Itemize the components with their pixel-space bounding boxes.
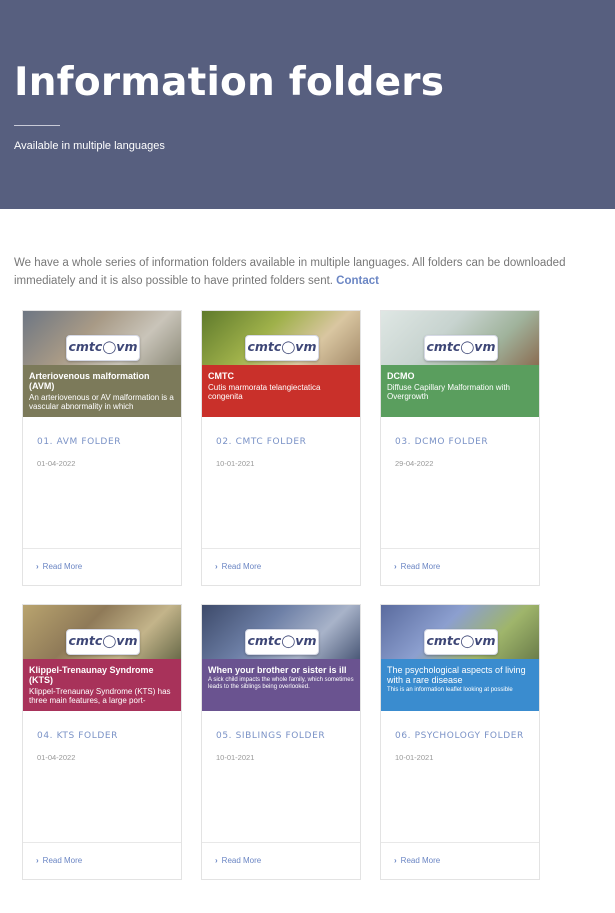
band-title: CMTC <box>208 371 234 381</box>
read-more-label: Read More <box>42 562 83 571</box>
folder-band: Arteriovenous malformation (AVM) An arte… <box>23 365 181 417</box>
chevron-right-icon: › <box>36 562 39 571</box>
band-subtitle: An arteriovenous or AV malformation is a… <box>29 393 174 411</box>
read-more-label: Read More <box>400 856 441 865</box>
band-subtitle: Klippel-Trenaunay Syndrome (KTS) has thr… <box>29 687 171 705</box>
page-subtitle: Available in multiple languages <box>14 140 165 152</box>
folder-card-siblings[interactable]: cmtc◯vm When your brother or sister is i… <box>201 604 361 880</box>
read-more-label: Read More <box>221 856 262 865</box>
band-title: DCMO <box>387 371 415 381</box>
folder-band: When your brother or sister is ill A sic… <box>202 659 360 711</box>
read-more-link[interactable]: › Read More <box>215 856 261 865</box>
folder-thumbnail[interactable]: cmtc◯vm The psychological aspects of liv… <box>381 605 539 711</box>
intro-paragraph: We have a whole series of information fo… <box>14 254 589 290</box>
folder-thumbnail[interactable]: cmtc◯vm Klippel-Trenaunay Syndrome (KTS)… <box>23 605 181 711</box>
read-more-label: Read More <box>42 856 83 865</box>
folder-band: Klippel-Trenaunay Syndrome (KTS) Klippel… <box>23 659 181 711</box>
card-footer: › Read More <box>23 548 181 585</box>
folder-date: 10-01-2021 <box>216 459 255 468</box>
card-footer: › Read More <box>202 842 360 879</box>
read-more-label: Read More <box>400 562 441 571</box>
band-title: The psychological aspects of living with… <box>387 665 526 685</box>
folder-card-kts[interactable]: cmtc◯vm Klippel-Trenaunay Syndrome (KTS)… <box>22 604 182 880</box>
cmtcovm-logo: cmtc◯vm <box>424 629 498 655</box>
folder-card-dcmo[interactable]: cmtc◯vm DCMO Diffuse Capillary Malformat… <box>380 310 540 586</box>
read-more-link[interactable]: › Read More <box>394 562 440 571</box>
cmtcovm-logo: cmtc◯vm <box>66 629 140 655</box>
read-more-link[interactable]: › Read More <box>36 562 82 571</box>
chevron-right-icon: › <box>394 856 397 865</box>
folder-thumbnail[interactable]: cmtc◯vm When your brother or sister is i… <box>202 605 360 711</box>
folder-date: 10-01-2021 <box>216 753 255 762</box>
read-more-link[interactable]: › Read More <box>215 562 261 571</box>
folder-band: DCMO Diffuse Capillary Malformation with… <box>381 365 539 417</box>
band-subtitle: A sick child impacts the whole family, w… <box>208 677 354 690</box>
folder-title[interactable]: 06. PSYCHOLOGY FOLDER <box>395 731 524 741</box>
folder-title[interactable]: 04. KTS FOLDER <box>37 731 118 741</box>
folder-band: The psychological aspects of living with… <box>381 659 539 711</box>
chevron-right-icon: › <box>215 856 218 865</box>
band-title: Klippel-Trenaunay Syndrome (KTS) <box>29 665 154 685</box>
folder-title[interactable]: 01. AVM FOLDER <box>37 437 121 447</box>
band-title: Arteriovenous malformation (AVM) <box>29 371 150 391</box>
read-more-label: Read More <box>221 562 262 571</box>
contact-link[interactable]: Contact <box>336 275 379 287</box>
cmtcovm-logo: cmtc◯vm <box>424 335 498 361</box>
folder-thumbnail[interactable]: cmtc◯vm CMTC Cutis marmorata telangiecta… <box>202 311 360 417</box>
card-footer: › Read More <box>381 548 539 585</box>
page-title: Information folders <box>14 60 445 105</box>
folder-title[interactable]: 03. DCMO FOLDER <box>395 437 488 447</box>
band-subtitle: Cutis marmorata telangiectatica congenit… <box>208 383 321 401</box>
folder-title[interactable]: 02. CMTC FOLDER <box>216 437 306 447</box>
band-subtitle: Diffuse Capillary Malformation with Over… <box>387 383 511 401</box>
cmtcovm-logo: cmtc◯vm <box>66 335 140 361</box>
folder-title[interactable]: 05. SIBLINGS FOLDER <box>216 731 325 741</box>
folder-card-cmtc[interactable]: cmtc◯vm CMTC Cutis marmorata telangiecta… <box>201 310 361 586</box>
folder-card-avm[interactable]: cmtc◯vm Arteriovenous malformation (AVM)… <box>22 310 182 586</box>
chevron-right-icon: › <box>394 562 397 571</box>
cmtcovm-logo: cmtc◯vm <box>245 629 319 655</box>
chevron-right-icon: › <box>36 856 39 865</box>
band-title: When your brother or sister is ill <box>208 665 347 675</box>
folder-date: 29-04-2022 <box>395 459 434 468</box>
folder-card-psychology[interactable]: cmtc◯vm The psychological aspects of liv… <box>380 604 540 880</box>
hero-banner: Information folders Available in multipl… <box>0 0 615 209</box>
folder-date: 10-01-2021 <box>395 753 434 762</box>
cmtcovm-logo: cmtc◯vm <box>245 335 319 361</box>
intro-text: We have a whole series of information fo… <box>14 257 566 287</box>
read-more-link[interactable]: › Read More <box>36 856 82 865</box>
card-footer: › Read More <box>23 842 181 879</box>
band-subtitle: This is an information leaflet looking a… <box>387 687 513 693</box>
folder-band: CMTC Cutis marmorata telangiectatica con… <box>202 365 360 417</box>
folder-thumbnail[interactable]: cmtc◯vm DCMO Diffuse Capillary Malformat… <box>381 311 539 417</box>
title-divider <box>14 125 60 126</box>
chevron-right-icon: › <box>215 562 218 571</box>
card-footer: › Read More <box>381 842 539 879</box>
folder-date: 01-04-2022 <box>37 459 76 468</box>
card-footer: › Read More <box>202 548 360 585</box>
folder-date: 01-04-2022 <box>37 753 76 762</box>
read-more-link[interactable]: › Read More <box>394 856 440 865</box>
folder-thumbnail[interactable]: cmtc◯vm Arteriovenous malformation (AVM)… <box>23 311 181 417</box>
